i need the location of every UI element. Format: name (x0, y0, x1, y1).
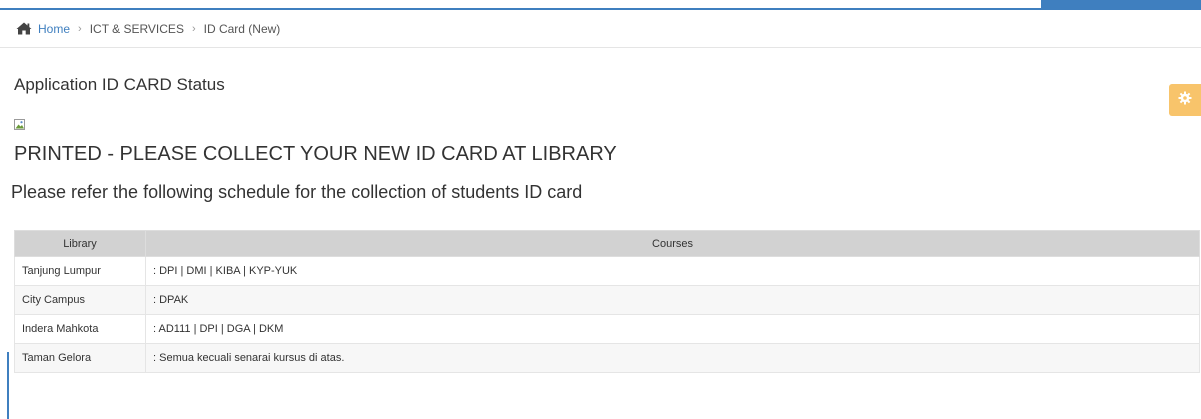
top-header-strip (0, 0, 1201, 10)
courses-cell: : AD111 | DPI | DGA | DKM (145, 314, 1200, 344)
settings-button[interactable] (1169, 84, 1201, 116)
breadcrumb-separator: › (78, 22, 82, 35)
page: Home › ICT & SERVICES › ID Card (New) Ap… (0, 0, 1201, 419)
gear-icon (1178, 91, 1192, 110)
column-header-courses: Courses (145, 230, 1200, 257)
id-card-status: PRINTED - PLEASE COLLECT YOUR NEW ID CAR… (14, 143, 617, 165)
courses-cell: : Semua kecuali senarai kursus di atas. (145, 343, 1200, 373)
table-row: Indera Mahkota : AD111 | DPI | DGA | DKM (14, 314, 1200, 344)
library-cell: Taman Gelora (14, 343, 146, 373)
courses-cell: : DPI | DMI | KIBA | KYP-YUK (145, 256, 1200, 286)
breadcrumb-item-id-card: ID Card (New) (203, 21, 281, 36)
breadcrumb-home-link[interactable]: Home (38, 22, 70, 36)
courses-cell: : DPAK (145, 285, 1200, 315)
header-accent-bar (1041, 0, 1201, 10)
breadcrumb-item-ict-services[interactable]: ICT & SERVICES (90, 22, 184, 36)
library-cell: Tanjung Lumpur (14, 256, 146, 286)
table-header-row: Library Courses (14, 230, 1200, 257)
table-row: Tanjung Lumpur : DPI | DMI | KIBA | KYP-… (14, 256, 1200, 286)
breadcrumb: Home › ICT & SERVICES › ID Card (New) (0, 10, 1201, 48)
library-cell: Indera Mahkota (14, 314, 146, 344)
collection-schedule-table: Library Courses Tanjung Lumpur : DPI | D… (14, 230, 1200, 373)
broken-image-icon (14, 118, 26, 130)
breadcrumb-separator: › (191, 22, 196, 35)
table-row: City Campus : DPAK (14, 285, 1200, 315)
column-header-library: Library (14, 230, 146, 257)
page-title: Application ID CARD Status (14, 75, 225, 94)
schedule-note: Please refer the following schedule for … (11, 182, 583, 202)
table-row: Taman Gelora : Semua kecuali senarai kur… (14, 343, 1200, 373)
home-icon[interactable] (16, 22, 32, 35)
left-border-line (7, 352, 9, 419)
library-cell: City Campus (14, 285, 146, 315)
